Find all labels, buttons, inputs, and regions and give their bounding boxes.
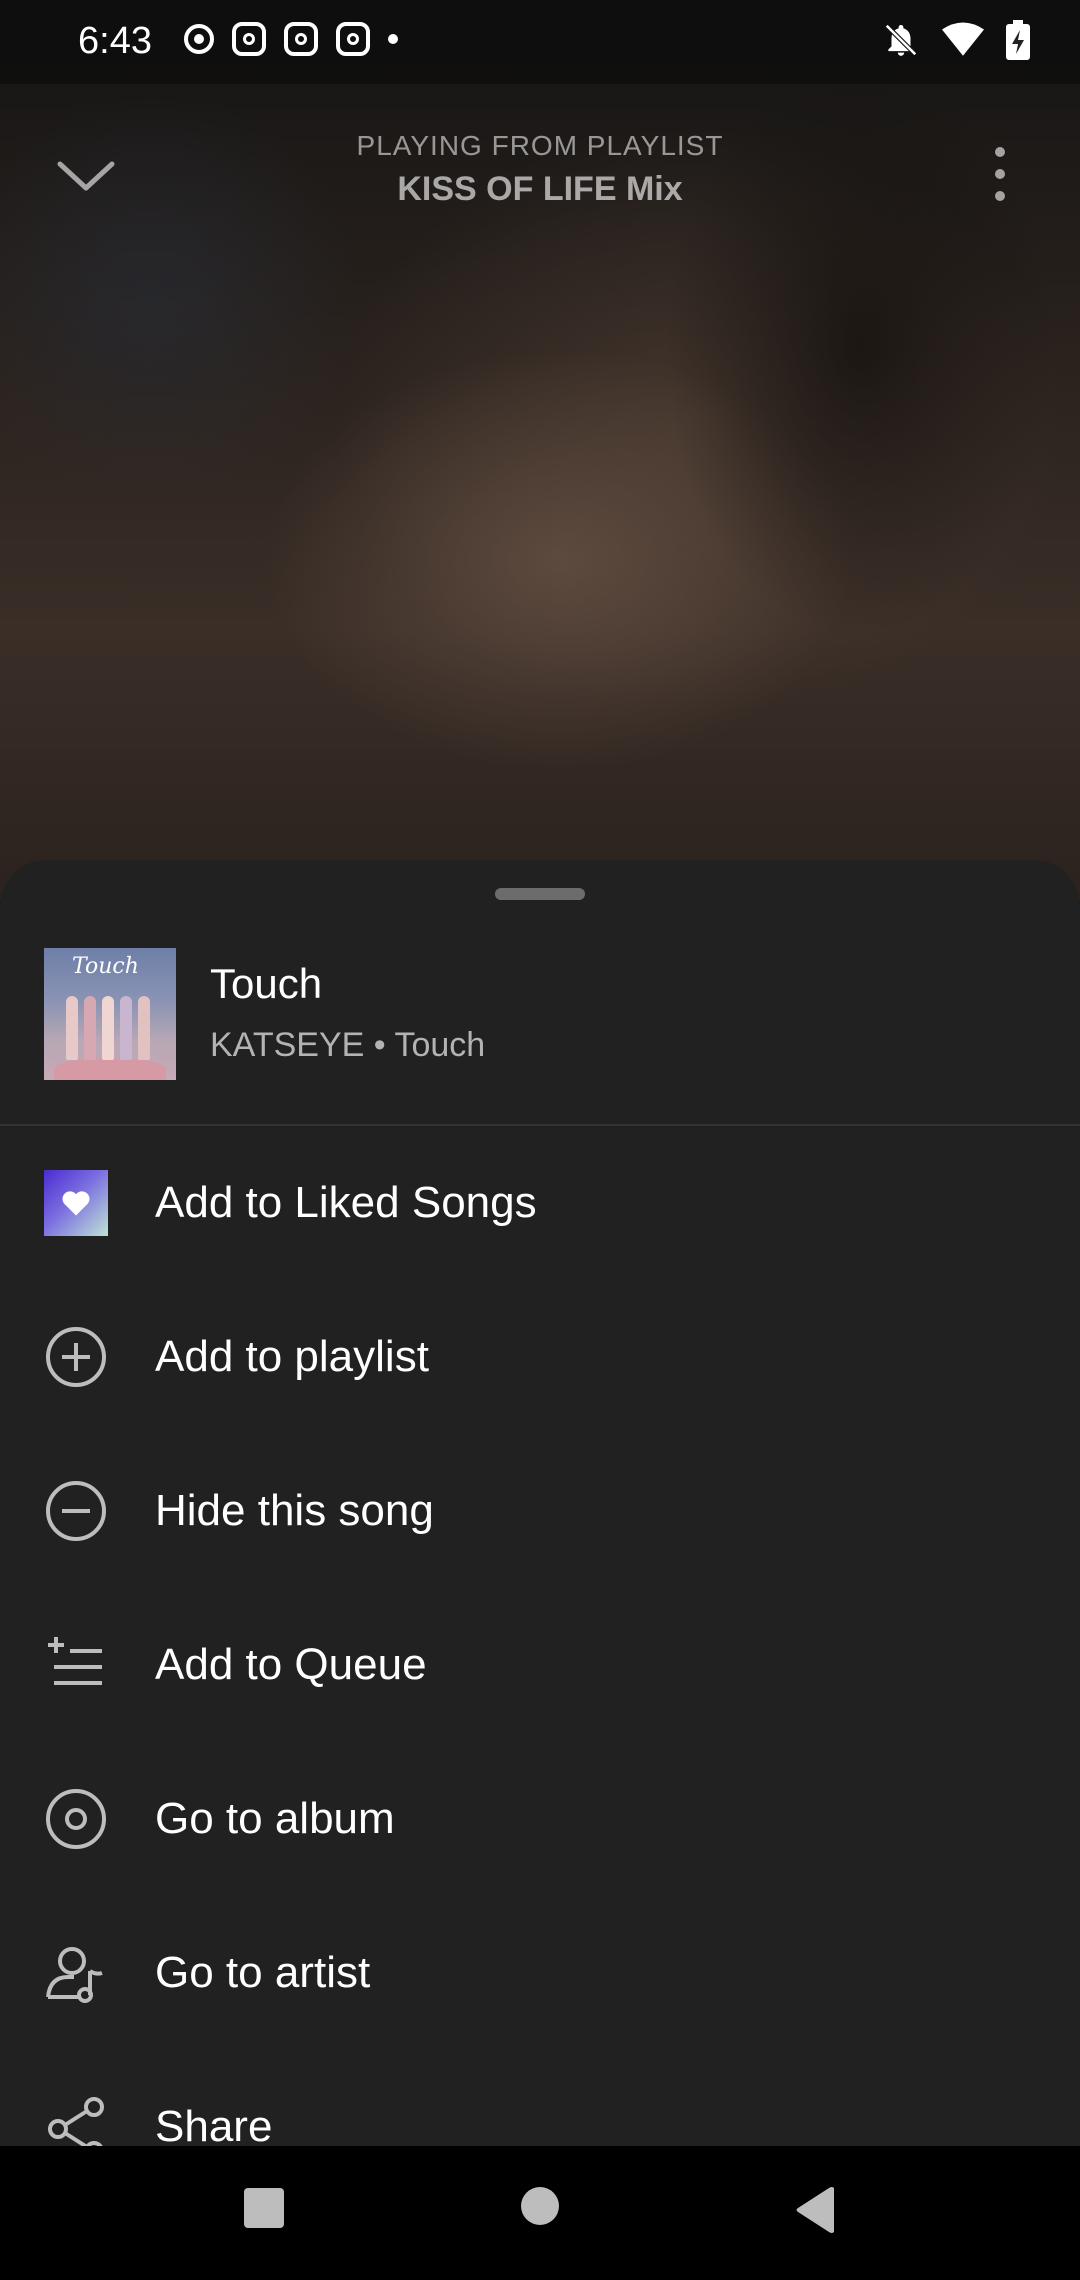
queue-add-icon xyxy=(48,1637,102,1685)
status-time: 6:43 xyxy=(78,20,152,62)
instagram-icon xyxy=(336,22,370,56)
notifications-off-icon xyxy=(885,24,917,56)
system-nav-bar xyxy=(0,2146,1080,2280)
track-header: Touch Touch KATSEYE • Touch xyxy=(0,948,1080,1084)
playlist-name[interactable]: KISS OF LIFE Mix xyxy=(0,170,1080,209)
add-circle-icon xyxy=(46,1327,106,1387)
menu-item-label: Add to Liked Songs xyxy=(155,1178,537,1227)
sheet-drag-handle[interactable] xyxy=(495,888,585,900)
status-left-icons xyxy=(184,22,398,56)
album-icon xyxy=(46,1789,106,1849)
menu-item-label: Add to playlist xyxy=(155,1332,429,1381)
menu-item-add-to-liked-songs[interactable]: Add to Liked Songs xyxy=(0,1126,1080,1280)
menu-item-label: Hide this song xyxy=(155,1486,434,1535)
menu-item-label: Go to artist xyxy=(155,1948,371,1997)
menu-item-go-to-album[interactable]: Go to album xyxy=(0,1742,1080,1896)
player-header: PLAYING FROM PLAYLIST KISS OF LIFE Mix xyxy=(0,120,1080,230)
menu-item-share[interactable]: Share xyxy=(0,2050,1080,2146)
instagram-icon xyxy=(284,22,318,56)
menu-item-add-to-queue[interactable]: Add to Queue xyxy=(0,1588,1080,1742)
liked-songs-icon xyxy=(44,1170,108,1236)
back-triangle-icon[interactable] xyxy=(794,2186,838,2234)
instagram-icon xyxy=(232,22,266,56)
menu-item-hide-this-song[interactable]: Hide this song xyxy=(0,1434,1080,1588)
notification-dot-icon xyxy=(388,34,398,44)
menu-item-go-to-artist[interactable]: Go to artist xyxy=(0,1896,1080,2050)
share-icon xyxy=(48,2097,104,2146)
status-bar: 6:43 xyxy=(0,0,1080,84)
album-art-figure xyxy=(84,996,96,1060)
track-title: Touch xyxy=(210,960,323,1007)
album-art-figure xyxy=(102,996,114,1060)
album-art-base xyxy=(54,1058,166,1080)
track-options-menu: Add to Liked Songs Add to playlist Hide … xyxy=(0,1126,1080,2146)
album-art-title: Touch xyxy=(72,954,139,979)
home-circle-icon[interactable] xyxy=(520,2186,560,2226)
menu-item-add-to-playlist[interactable]: Add to playlist xyxy=(0,1280,1080,1434)
track-subtitle: KATSEYE • Touch xyxy=(210,1026,486,1064)
status-right-icons xyxy=(882,20,1030,60)
menu-item-label: Share xyxy=(155,2102,273,2146)
menu-item-label: Go to album xyxy=(155,1794,395,1843)
artist-icon xyxy=(46,1947,103,2003)
playing-from-label: PLAYING FROM PLAYLIST xyxy=(356,130,724,161)
more-options-icon[interactable] xyxy=(990,144,1010,204)
menu-item-label: Add to Queue xyxy=(155,1640,427,1689)
wifi-icon xyxy=(942,22,984,56)
record-icon xyxy=(184,24,214,54)
album-art-figure xyxy=(138,996,150,1060)
album-art-figure xyxy=(66,996,78,1060)
battery-charging-icon xyxy=(1006,20,1030,60)
minus-circle-icon xyxy=(46,1481,106,1541)
track-options-sheet: Touch Touch KATSEYE • Touch Add to Liked… xyxy=(0,860,1080,2146)
album-art-thumbnail: Touch xyxy=(44,948,176,1080)
album-art-figure xyxy=(120,996,132,1060)
recents-square-icon[interactable] xyxy=(242,2186,286,2230)
